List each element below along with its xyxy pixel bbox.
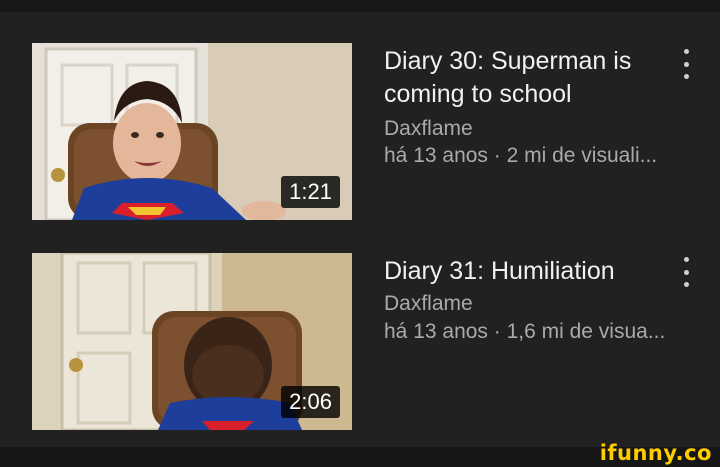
video-duration-badge: 2:06 — [281, 386, 340, 418]
menu-dot — [683, 74, 689, 79]
video-thumbnail[interactable]: 1:21 — [32, 43, 352, 220]
video-meta: há 13 anos · 2 mi de visuali... — [384, 144, 658, 167]
menu-dot — [683, 269, 689, 275]
menu-dot — [683, 49, 689, 54]
menu-dot — [683, 61, 689, 67]
channel-name[interactable]: Daxflame — [384, 115, 473, 143]
menu-dot — [683, 257, 689, 262]
video-meta: há 13 anos · 1,6 mi de visua... — [384, 320, 666, 343]
video-title[interactable]: Diary 30: Superman is coming to school — [384, 45, 664, 111]
more-vert-icon[interactable] — [680, 257, 692, 287]
top-bar — [0, 0, 720, 12]
channel-name[interactable]: Daxflame — [384, 290, 473, 318]
video-item-diary-30[interactable]: 1:21 Diary 30: Superman is coming to sch… — [32, 43, 720, 223]
more-vert-icon[interactable] — [680, 49, 692, 79]
video-item-diary-31[interactable]: 2:06 Diary 31: Humiliation Daxflame há 1… — [32, 253, 720, 433]
video-thumbnail[interactable]: 2:06 — [32, 253, 352, 430]
menu-dot — [683, 282, 689, 287]
ifunny-watermark: ifunny.co — [599, 441, 712, 465]
video-title[interactable]: Diary 31: Humiliation — [384, 255, 674, 288]
video-duration-badge: 1:21 — [281, 176, 340, 208]
